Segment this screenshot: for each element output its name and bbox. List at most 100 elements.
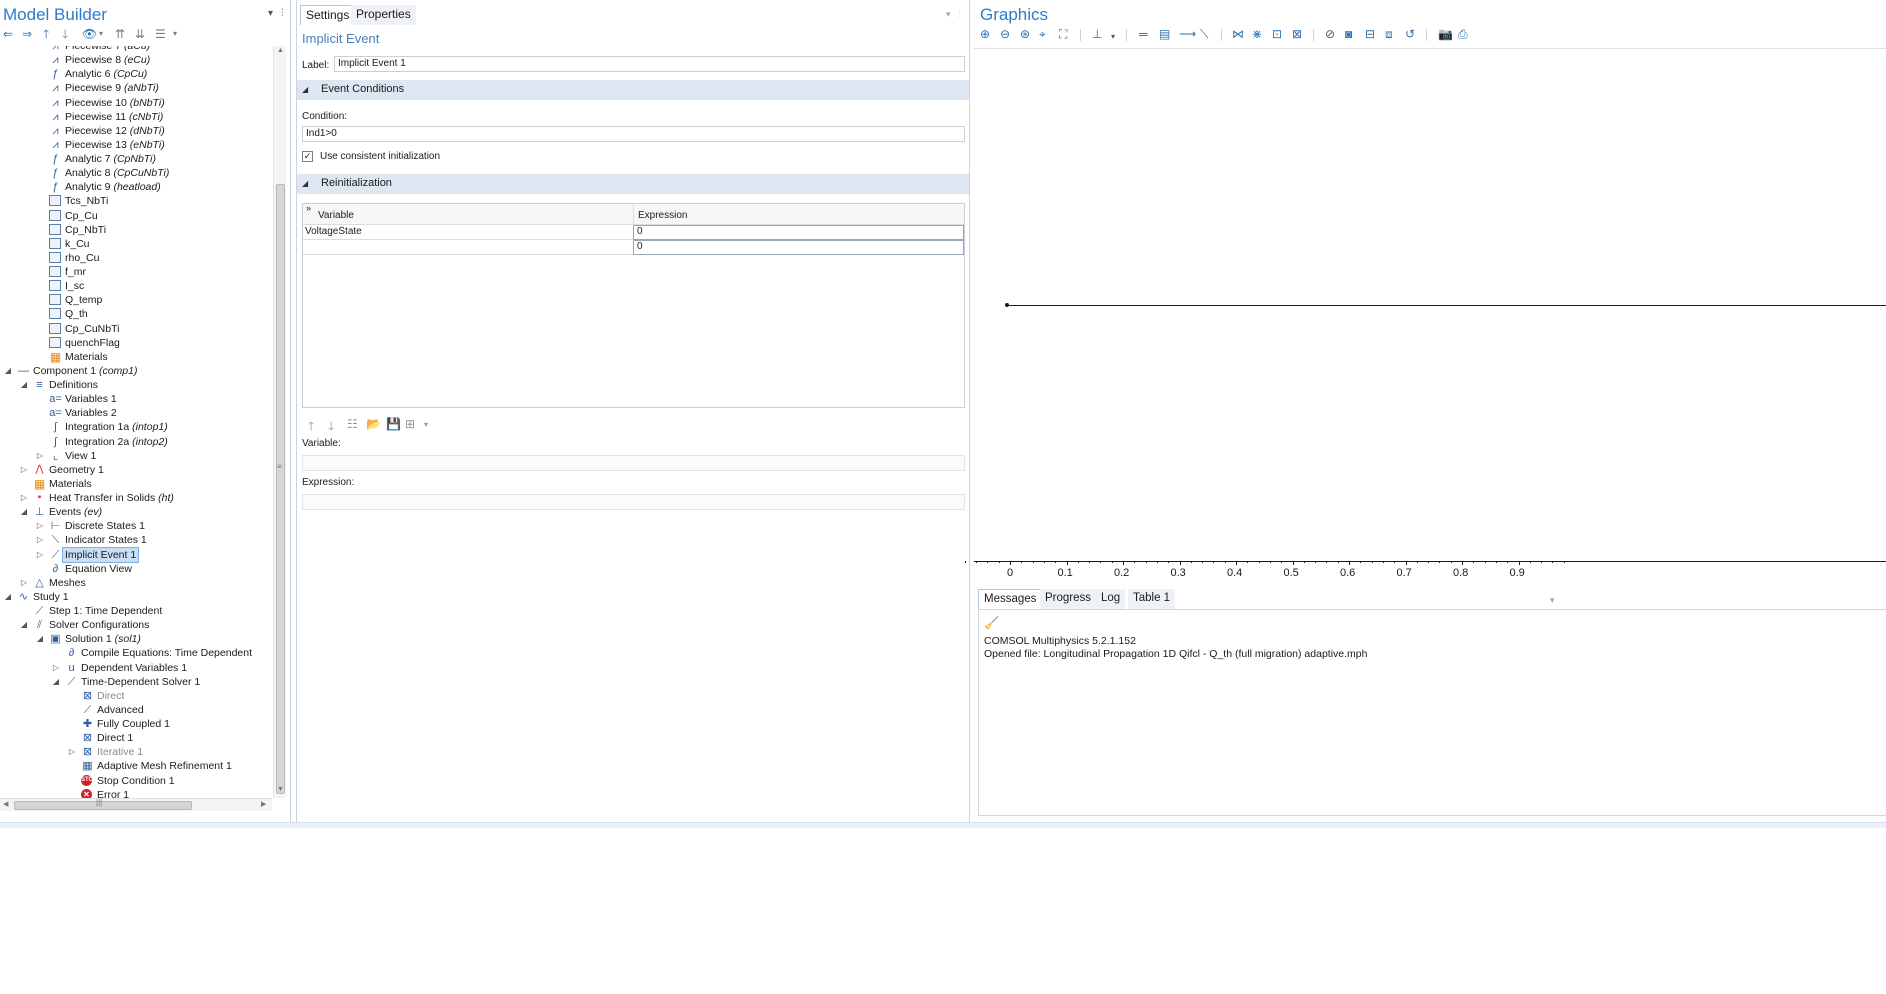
cell-expression[interactable]: 0 [637, 226, 643, 237]
tree-item[interactable]: a= Variables 2 [0, 406, 272, 420]
tree-item[interactable]: ◢ ▣ Solution 1 (sol1) [0, 632, 272, 646]
expand-all-icon[interactable]: ⇊ [135, 26, 145, 42]
scroll-left-arrow[interactable]: ◀ [3, 800, 8, 808]
tab-log[interactable]: Log [1096, 589, 1126, 609]
scroll-thumb[interactable] [276, 184, 285, 794]
tree-item[interactable]: ▷ ⟍ Indicator States 1 [0, 533, 272, 547]
zoom-selected-icon[interactable]: ⌖ [1039, 27, 1046, 41]
tree-item[interactable]: ƒ Analytic 7 (CpNbTi) [0, 152, 272, 166]
tree-item[interactable]: ▷ ⋀ Geometry 1 [0, 463, 272, 477]
tree-item[interactable]: Cp_CuNbTi [0, 322, 272, 336]
select-boundaries-icon[interactable]: ▤ [1159, 27, 1170, 41]
section-event-conditions[interactable]: ◢ Event Conditions [297, 80, 969, 100]
cell-expression[interactable]: 0 [637, 241, 643, 252]
expand-arrow-icon[interactable]: ▷ [19, 463, 29, 477]
collapse-arrow-icon[interactable]: ◢ [19, 618, 29, 632]
tab-messages[interactable]: Messages [978, 589, 1043, 609]
tree-item[interactable]: ⩘ Piecewise 11 (cNbTi) [0, 110, 272, 124]
tab-properties[interactable]: Properties [351, 5, 416, 25]
scroll-down-arrow[interactable]: ▼ [274, 786, 287, 793]
tree-item[interactable]: f_mr [0, 265, 272, 279]
zoom-box-icon[interactable]: ⊛ [1020, 27, 1030, 41]
select-points-icon[interactable]: ⟶ [1179, 27, 1196, 41]
expand-arrow-icon[interactable]: ▷ [35, 519, 45, 533]
reset-view-icon[interactable]: ↺ [1405, 27, 1415, 41]
geometry-line[interactable] [1007, 305, 1886, 306]
load-dropdown-icon[interactable]: ▾ [424, 420, 428, 429]
tab-progress[interactable]: Progress [1040, 589, 1097, 609]
tree-item[interactable]: ƒ Analytic 9 (heatload) [0, 180, 272, 194]
tree-item[interactable]: ▷ ⌞ View 1 [0, 449, 272, 463]
cell-expression-box[interactable] [633, 240, 964, 255]
collapse-arrow-icon[interactable]: ◢ [3, 590, 13, 604]
horizontal-scrollbar[interactable]: ◀ ||| ▶ [0, 798, 272, 811]
tree-item[interactable]: ⩘ Piecewise 10 (bNbTi) [0, 96, 272, 110]
move-down-icon[interactable]: 🡓 [328, 417, 334, 438]
save-icon[interactable]: 💾 [386, 417, 401, 431]
clear-table-icon[interactable]: ☷ [347, 417, 358, 431]
tree-item[interactable]: ▦ Materials [0, 350, 272, 364]
show-selected-icon[interactable]: ⋇ [1252, 27, 1262, 41]
tree-item[interactable]: Q_temp [0, 293, 272, 307]
show-dropdown-icon[interactable]: ▾ [99, 26, 103, 42]
tree-item[interactable]: a= Variables 1 [0, 392, 272, 406]
tree-item[interactable]: ▷ ⊠ Iterative 1 [0, 745, 272, 759]
tab-table-1[interactable]: Table 1 [1128, 589, 1176, 609]
select-domains-icon[interactable]: ═ [1139, 27, 1148, 41]
tree-item[interactable]: ◢ ∿ Study 1 [0, 590, 272, 604]
show-axis-icon[interactable]: ⊟ [1365, 27, 1375, 41]
tree-item[interactable]: quenchFlag [0, 336, 272, 350]
tree-item[interactable]: ⩘ Piecewise 8 (eCu) [0, 53, 272, 67]
tree-item[interactable]: ◢ — Component 1 (comp1) [0, 364, 272, 378]
expand-arrow-icon[interactable]: ▷ [35, 548, 45, 562]
variable-input[interactable] [302, 455, 965, 471]
tree-item[interactable]: ƒ Analytic 8 (CpCuNbTi) [0, 166, 272, 180]
tree-item[interactable]: Tcs_NbTi [0, 194, 272, 208]
transparency-icon[interactable]: ⊘ [1325, 27, 1335, 41]
tree-item[interactable]: ⩘ Piecewise 7 (aCu) [0, 46, 272, 53]
tree-item[interactable]: k_Cu [0, 237, 272, 251]
cell-expression-box[interactable] [633, 225, 964, 240]
tree-item[interactable]: ▦ Adaptive Mesh Refinement 1 [0, 759, 272, 773]
tree-item[interactable]: ∂ Compile Equations: Time Dependent [0, 646, 272, 660]
select-mode-icon[interactable]: ⊥ [1092, 27, 1102, 41]
show-icon[interactable]: 👁 [82, 26, 97, 42]
sort-icon[interactable]: ☰ [155, 26, 166, 42]
zoom-extents-icon[interactable]: ⛶ [1059, 27, 1067, 41]
table-row[interactable]: 0 [303, 240, 964, 255]
sort-dropdown-icon[interactable]: ▾ [173, 26, 177, 42]
tree-item[interactable]: ▦ Materials [0, 477, 272, 491]
tree-item[interactable]: Cp_NbTi [0, 223, 272, 237]
consistent-init-checkbox[interactable]: ✓ [302, 151, 313, 162]
table-row[interactable]: VoltageState 0 [303, 225, 964, 240]
scroll-right-arrow[interactable]: ▶ [261, 800, 266, 808]
tree-item[interactable]: rho_Cu [0, 251, 272, 265]
print-icon[interactable]: ⎙ [1458, 27, 1468, 41]
move-up-icon[interactable]: 🡑 [308, 417, 314, 438]
tree-item[interactable]: ✕ Error 1 [0, 788, 272, 798]
image-snapshot-icon[interactable]: 📷 [1438, 27, 1453, 41]
deselect-icon[interactable]: ⟍ [1200, 27, 1208, 41]
tree-item[interactable]: ✚ Fully Coupled 1 [0, 717, 272, 731]
zoom-in-icon[interactable]: ⊕ [980, 27, 990, 41]
expression-input[interactable] [302, 494, 965, 510]
expand-arrow-icon[interactable]: ▷ [35, 533, 45, 547]
section-reinitialization[interactable]: ◢ Reinitialization [297, 174, 969, 194]
panel-menu-icon[interactable]: ▾ [268, 8, 273, 19]
column-header-variable[interactable]: Variable [318, 210, 354, 221]
load-from-file-icon[interactable]: ⊞ [405, 417, 415, 431]
tree-item[interactable]: Cp_Cu [0, 209, 272, 223]
expand-arrow-icon[interactable]: ▷ [51, 661, 61, 675]
tree-item[interactable]: ⩘ Piecewise 9 (aNbTi) [0, 81, 272, 95]
expand-arrow-icon[interactable]: ▷ [67, 745, 77, 759]
cell-variable[interactable]: VoltageState [305, 226, 362, 237]
collapse-arrow-icon[interactable]: ◢ [35, 632, 45, 646]
tree-item[interactable]: ▷ △ Meshes [0, 576, 272, 590]
tree-item[interactable]: STOP Stop Condition 1 [0, 774, 272, 788]
tab-settings[interactable]: Settings [300, 5, 356, 25]
tree-item[interactable]: ∂ Equation View [0, 562, 272, 576]
expand-arrow-icon[interactable]: ▷ [35, 449, 45, 463]
vertical-scrollbar[interactable]: ▲ ≡ ▼ [273, 46, 286, 798]
expand-column-icon[interactable]: » [306, 203, 311, 213]
panel-menu-icon[interactable]: ▾ [1550, 595, 1555, 606]
